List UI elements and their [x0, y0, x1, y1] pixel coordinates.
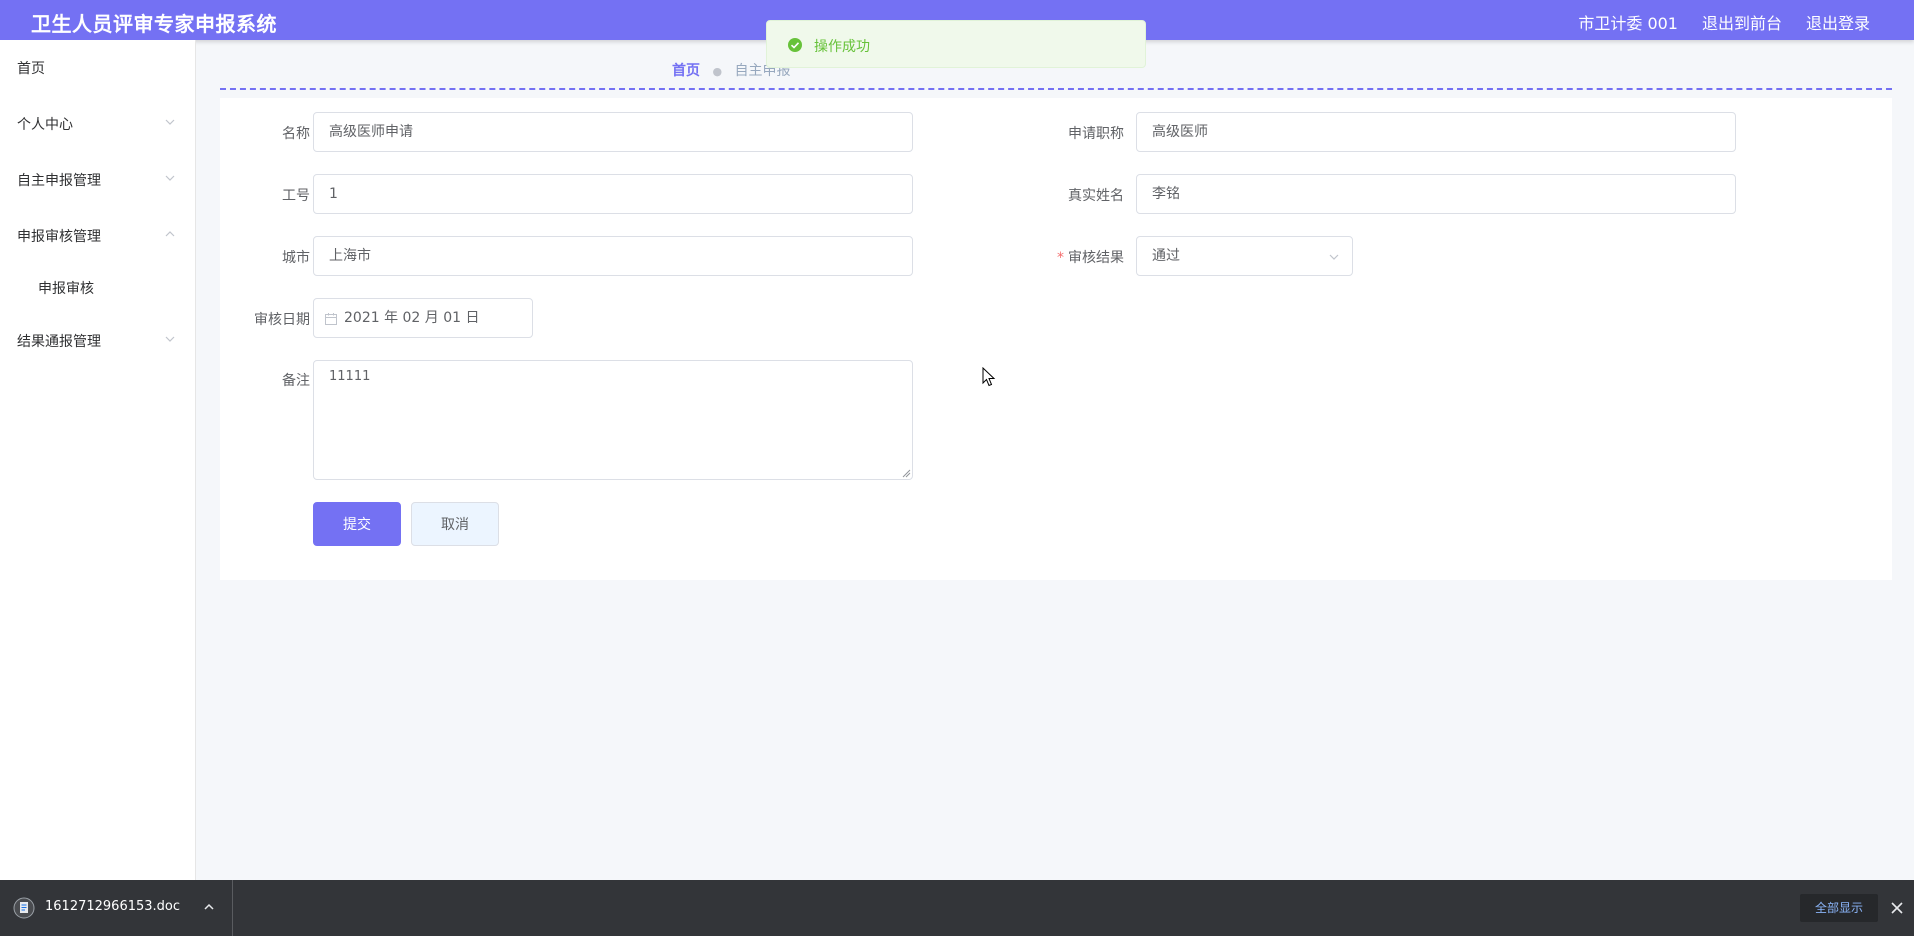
- real-name-field[interactable]: 李铭: [1136, 174, 1736, 214]
- submit-button[interactable]: 提交: [313, 502, 401, 546]
- sidebar-item-label: 个人中心: [17, 117, 73, 133]
- show-all-downloads-button[interactable]: 全部显示: [1800, 894, 1878, 922]
- city-field[interactable]: 上海市: [313, 236, 913, 276]
- success-toast: 操作成功: [766, 20, 1146, 68]
- sidebar-item-review-management[interactable]: 申报审核管理: [0, 216, 196, 256]
- success-check-icon: [788, 38, 802, 52]
- applied-title-field[interactable]: 高级医师: [1136, 112, 1736, 152]
- job-number-field[interactable]: 1: [313, 174, 913, 214]
- review-result-select[interactable]: 通过: [1136, 236, 1353, 276]
- real-name-label: 真实姓名: [1068, 188, 1124, 204]
- sidebar-item-label: 申报审核管理: [17, 229, 101, 245]
- job-number-label: 工号: [282, 188, 310, 204]
- remark-label: 备注: [282, 373, 310, 389]
- chevron-down-icon: [165, 336, 175, 342]
- review-form-card: 名称 高级医师申请 申请职称 高级医师 工号 1 真实姓名 李铭 城市 上海市 …: [220, 98, 1892, 580]
- resize-handle-icon[interactable]: [902, 469, 911, 478]
- review-result-label-text: 审核结果: [1068, 250, 1124, 266]
- sidebar-item-personal-center[interactable]: 个人中心: [0, 104, 196, 144]
- sidebar-item-label: 自主申报管理: [17, 173, 101, 189]
- chevron-down-icon: [165, 175, 175, 181]
- cancel-button[interactable]: 取消: [411, 502, 499, 546]
- review-result-label: * 审核结果: [1034, 247, 1124, 267]
- name-label: 名称: [282, 126, 310, 142]
- breadcrumb-home[interactable]: 首页: [672, 63, 700, 79]
- name-field[interactable]: 高级医师申请: [313, 112, 913, 152]
- document-file-icon: [13, 897, 35, 919]
- remark-textarea[interactable]: 11111: [313, 360, 913, 480]
- current-user: 市卫计委 001: [1578, 14, 1678, 33]
- required-asterisk: *: [1057, 250, 1064, 266]
- chevron-up-icon[interactable]: [203, 901, 215, 913]
- sidebar-item-review[interactable]: 申报审核: [0, 268, 196, 308]
- city-label: 城市: [282, 250, 310, 266]
- sidebar-item-self-declaration[interactable]: 自主申报管理: [0, 160, 196, 200]
- breadcrumb-divider: [220, 88, 1892, 90]
- app-title: 卫生人员评审专家申报系统: [31, 12, 277, 36]
- breadcrumb-separator-icon: ●: [712, 65, 723, 78]
- toast-message: 操作成功: [814, 39, 870, 55]
- sidebar-item-label: 首页: [17, 61, 45, 77]
- download-item[interactable]: 1612712966153.doc: [0, 880, 233, 936]
- review-date-value: 2021 年 02 月 01 日: [344, 310, 480, 326]
- sidebar-item-label: 申报审核: [38, 281, 94, 297]
- chevron-down-icon: [165, 119, 175, 125]
- download-file-name: 1612712966153.doc: [45, 899, 181, 914]
- logout-link[interactable]: 退出登录: [1806, 10, 1870, 34]
- review-date-label: 审核日期: [254, 312, 310, 328]
- close-icon[interactable]: [1889, 900, 1905, 916]
- applied-title-label: 申请职称: [1068, 126, 1124, 142]
- review-date-picker[interactable]: 2021 年 02 月 01 日: [313, 298, 533, 338]
- sidebar-menu: 首页 个人中心 自主申报管理 申报审核管理 申报审核 结果通报管理: [0, 40, 196, 880]
- chevron-up-icon: [165, 231, 175, 237]
- sidebar-item-result-notice[interactable]: 结果通报管理: [0, 321, 196, 361]
- calendar-icon: [325, 313, 337, 325]
- chevron-down-icon: [1329, 254, 1339, 260]
- sidebar-item-label: 结果通报管理: [17, 334, 101, 350]
- exit-to-front-link[interactable]: 退出到前台: [1702, 10, 1782, 34]
- review-result-value: 通过: [1152, 248, 1180, 264]
- sidebar-item-home[interactable]: 首页: [0, 48, 196, 88]
- remark-value: 11111: [329, 369, 371, 384]
- mouse-cursor-icon: [982, 367, 996, 387]
- download-bar: 1612712966153.doc 全部显示: [0, 880, 1914, 936]
